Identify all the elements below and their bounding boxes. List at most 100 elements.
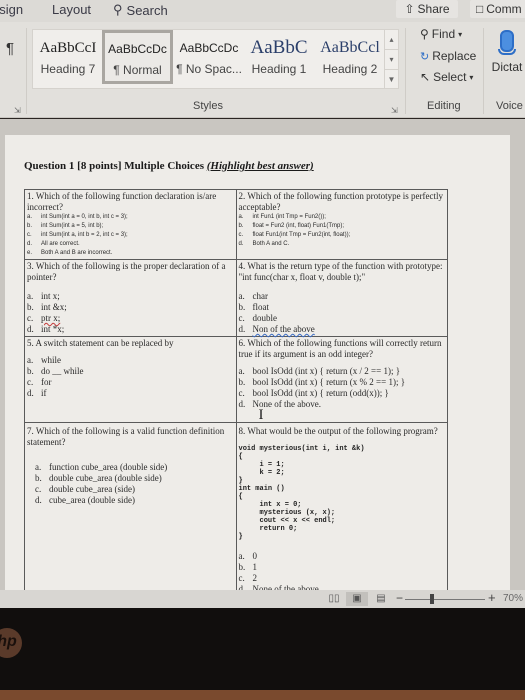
question-7-cell[interactable]: 7. Which of the following is a valid fun… bbox=[24, 422, 237, 597]
search-box[interactable]: ⚲ Search bbox=[113, 2, 168, 18]
show-formatting-marks-button[interactable]: ¶ bbox=[6, 40, 14, 57]
select-button[interactable]: ↖ Select ▾ bbox=[420, 70, 473, 84]
search-icon: ⚲ bbox=[113, 2, 123, 17]
zoom-in-button[interactable]: + bbox=[488, 590, 496, 605]
question-5-cell[interactable]: 5. A switch statement can be replaced by… bbox=[24, 336, 237, 423]
option[interactable]: d. None of the above. bbox=[239, 399, 446, 410]
option[interactable]: b. double cube_area (double side) bbox=[27, 473, 234, 484]
questions-table: 1. Which of the following function decla… bbox=[24, 189, 448, 597]
replace-button[interactable]: ↻ Replace bbox=[420, 49, 476, 63]
status-bar: ▯▯ ▣ ▤ − + 70% bbox=[0, 590, 525, 608]
group-divider bbox=[483, 28, 484, 114]
option[interactable]: b. int &x; bbox=[27, 302, 234, 313]
option[interactable]: c. float Fun1(int Tmp = Fun2(int, float))… bbox=[239, 231, 446, 240]
paragraph-dialog-launcher-icon[interactable]: ⇲ bbox=[14, 106, 21, 115]
comments-button[interactable]: □ Comm bbox=[470, 0, 525, 18]
question-8-cell[interactable]: 8. What would be the output of the follo… bbox=[235, 422, 448, 597]
option[interactable]: b. float bbox=[239, 302, 446, 313]
option[interactable]: a. bool IsOdd (int x) { return (x / 2 == … bbox=[239, 366, 446, 377]
option[interactable]: b. 1 bbox=[239, 562, 446, 573]
tab-layout[interactable]: Layout bbox=[52, 2, 91, 17]
option[interactable]: d. Non of the above bbox=[239, 324, 446, 335]
styles-group-label: Styles bbox=[193, 100, 223, 112]
share-button[interactable]: ⇧ Share bbox=[396, 0, 458, 18]
print-layout-button[interactable]: ▣ bbox=[346, 592, 368, 606]
option[interactable]: a. int Fun1 (int Tmp = Fun2()); bbox=[239, 213, 446, 222]
option[interactable]: c. double cube_area (side) bbox=[27, 484, 234, 495]
desk-surface bbox=[0, 690, 525, 700]
share-label: Share bbox=[417, 2, 450, 16]
comments-label: Comm bbox=[486, 2, 522, 16]
zoom-out-button[interactable]: − bbox=[396, 591, 403, 605]
comment-icon: □ bbox=[476, 2, 484, 16]
find-button[interactable]: ⚲ Find ▾ bbox=[420, 27, 462, 41]
page-icon: ▣ bbox=[352, 593, 362, 604]
zoom-slider[interactable] bbox=[405, 599, 485, 600]
style-no-spacing[interactable]: AaBbCcDc ¶ No Spac... bbox=[174, 32, 244, 86]
ribbon: ¶ ⇲ AaBbCcI Heading 7 AaBbCcDc ¶ Normal … bbox=[0, 22, 525, 118]
gallery-scroll-down-button[interactable]: ▾ bbox=[385, 50, 398, 70]
heading-instruction: (Highlight best answer) bbox=[206, 160, 314, 172]
group-divider bbox=[405, 28, 406, 114]
zoom-percent[interactable]: 70% bbox=[503, 593, 523, 604]
book-icon: ▯▯ bbox=[328, 593, 340, 604]
option[interactable]: a. int x; bbox=[27, 291, 234, 302]
question-3-cell[interactable]: 3. Which of the following is the proper … bbox=[24, 259, 237, 337]
option[interactable]: c. double bbox=[239, 313, 446, 324]
code-snippet: void mysterious(int i, int &k) { i = 1; … bbox=[238, 445, 365, 541]
question-2-cell[interactable]: 2. Which of the following function proto… bbox=[235, 189, 448, 260]
cursor-arrow-icon: ↖ bbox=[420, 70, 431, 84]
read-mode-button[interactable]: ▯▯ bbox=[323, 592, 345, 606]
gallery-expand-button[interactable]: ▼ bbox=[385, 70, 398, 90]
voice-group-label: Voice bbox=[496, 100, 523, 112]
styles-gallery: AaBbCcI Heading 7 AaBbCcDc ¶ Normal AaBb… bbox=[32, 29, 385, 89]
replace-icon: ↻ bbox=[420, 50, 430, 63]
question-heading: Question 1 [8 points] Multiple Choices (… bbox=[24, 160, 314, 172]
tab-design[interactable]: esign bbox=[0, 2, 23, 17]
share-icon: ⇧ bbox=[404, 2, 415, 16]
option[interactable]: d. Both A and C. bbox=[239, 240, 446, 249]
style-normal[interactable]: AaBbCcDc ¶ Normal bbox=[102, 30, 173, 84]
find-icon: ⚲ bbox=[420, 27, 429, 41]
question-1-cell[interactable]: 1. Which of the following function decla… bbox=[24, 189, 237, 260]
text-cursor-icon: I bbox=[258, 407, 264, 423]
search-label: Search bbox=[126, 2, 168, 18]
option[interactable]: a. char bbox=[239, 291, 446, 302]
laptop-bezel bbox=[0, 608, 525, 692]
option[interactable]: d. All are correct. bbox=[27, 240, 234, 249]
option[interactable]: d. if bbox=[27, 388, 234, 399]
option[interactable]: b. float = Fun2 (int, float) Fun1(Tmp); bbox=[239, 222, 446, 231]
gallery-scroll-up-button[interactable]: ▴ bbox=[385, 30, 398, 50]
dropdown-arrow-icon: ▾ bbox=[469, 72, 474, 82]
web-page-icon: ▤ bbox=[376, 593, 386, 604]
question-6-cell[interactable]: 6. Which of the following functions will… bbox=[235, 336, 448, 423]
option[interactable]: c. 2 bbox=[239, 573, 446, 584]
zoom-slider-thumb[interactable] bbox=[429, 594, 434, 604]
option[interactable]: c. for bbox=[27, 377, 234, 388]
style-heading-7[interactable]: AaBbCcI Heading 7 bbox=[35, 32, 101, 86]
option[interactable]: a. function cube_area (double side) bbox=[27, 462, 234, 473]
option[interactable]: d. int *x; bbox=[27, 324, 234, 335]
group-divider bbox=[26, 28, 27, 114]
option[interactable]: d. cube_area (double side) bbox=[27, 495, 234, 506]
option[interactable]: b. bool IsOdd (int x) { return (x % 2 == … bbox=[239, 377, 446, 388]
option[interactable]: e. Both A and B are incorrect. bbox=[27, 249, 234, 258]
option[interactable]: c. bool IsOdd (int x) { return (odd(x)); … bbox=[239, 388, 446, 399]
option[interactable]: a. while bbox=[27, 355, 234, 366]
web-layout-button[interactable]: ▤ bbox=[370, 592, 392, 606]
option[interactable]: b. int Sum(int a = 5, int b); bbox=[27, 222, 234, 231]
dropdown-arrow-icon: ▾ bbox=[458, 29, 463, 39]
ribbon-tab-bar: esign Layout ⚲ Search ⇧ Share □ Comm bbox=[0, 0, 525, 22]
styles-dialog-launcher-icon[interactable]: ⇲ bbox=[391, 106, 398, 115]
option[interactable]: a. int Sum(int a = 0, int b, int c = 3); bbox=[27, 213, 234, 222]
question-4-cell[interactable]: 4. What is the return type of the functi… bbox=[235, 259, 448, 337]
style-heading-2[interactable]: AaBbCcl Heading 2 bbox=[315, 32, 385, 86]
styles-gallery-scroll: ▴ ▾ ▼ bbox=[384, 29, 399, 89]
option[interactable]: a. 0 bbox=[239, 551, 446, 562]
dictate-button[interactable]: Dictat bbox=[487, 26, 525, 74]
option[interactable]: c. int Sum(int a, int b = 2, int c = 3); bbox=[27, 231, 234, 240]
option[interactable]: c. ptr x; bbox=[27, 313, 234, 324]
editing-group-label: Editing bbox=[427, 100, 461, 112]
style-heading-1[interactable]: AaBbC Heading 1 bbox=[245, 32, 313, 86]
option[interactable]: b. do __ while bbox=[27, 366, 234, 377]
